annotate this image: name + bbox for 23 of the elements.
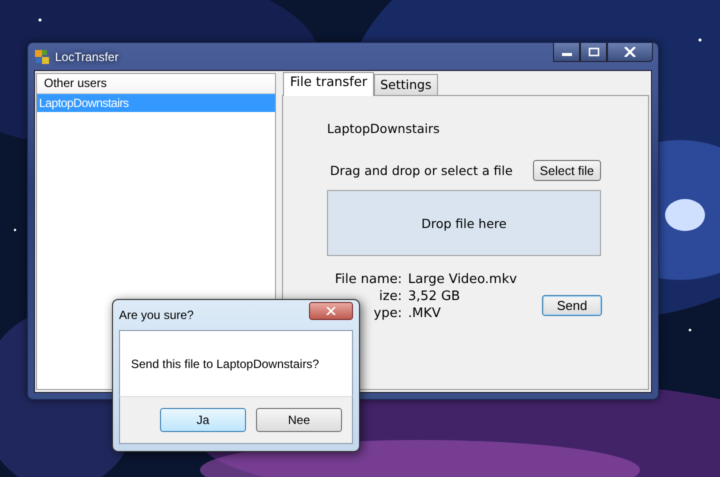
- tab[interactable]: File transfer: [283, 72, 374, 96]
- app-icon: [34, 48, 50, 64]
- maximize-icon[interactable]: [580, 43, 607, 62]
- minimize-icon[interactable]: [553, 43, 580, 62]
- user-name: LaptopDownstairs: [327, 121, 441, 136]
- dialog-title: Are you sure?: [119, 308, 194, 322]
- window-title: LocTransfer: [55, 50, 119, 64]
- close-icon[interactable]: [607, 43, 653, 62]
- send-button[interactable]: Send: [542, 295, 602, 316]
- field-label: ize:: [378, 289, 402, 304]
- field-value: .MKV: [408, 306, 442, 321]
- drop-zone[interactable]: Drop file here: [327, 190, 601, 256]
- tab[interactable]: Settings: [374, 74, 438, 95]
- select-file-button[interactable]: Select file: [532, 160, 601, 181]
- field-value: Large Video.mkv: [408, 272, 517, 287]
- field-label: File name:: [334, 272, 402, 287]
- drop-prompt: Drag and drop or select a file: [330, 163, 513, 178]
- dialog-message: Send this file to LaptopDownstairs?: [131, 356, 320, 370]
- dialog-button[interactable]: Nee: [256, 408, 342, 432]
- field-label: ype:: [372, 306, 402, 321]
- field-value: 3,52 GB: [408, 289, 462, 304]
- dialog-button[interactable]: Ja: [160, 408, 246, 432]
- close-icon[interactable]: [309, 302, 353, 320]
